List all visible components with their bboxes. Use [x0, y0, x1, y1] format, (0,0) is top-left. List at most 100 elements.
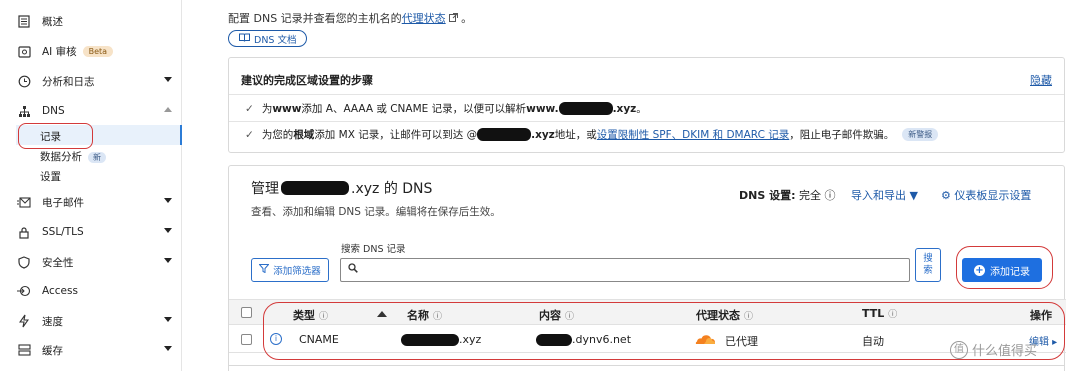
sidebar-item-label: 速度: [42, 315, 63, 328]
select-all-checkbox[interactable]: [241, 307, 252, 318]
sidebar-item-label: Access: [42, 285, 78, 297]
clock-icon: [16, 73, 32, 89]
search-button-label: 搜: [923, 253, 933, 264]
add-filter-button[interactable]: 添加筛选器: [251, 258, 329, 282]
hide-link[interactable]: 隐藏: [1030, 72, 1052, 88]
step-text: 地址，或: [554, 129, 597, 141]
dns-docs-label: DNS 文档: [254, 34, 297, 46]
intro-text-body: 配置 DNS 记录并查看您的主机名的: [228, 12, 402, 25]
dashboard-display-settings[interactable]: ⚙ 仪表板显示设置: [941, 187, 1031, 203]
title-prefix: 管理: [251, 181, 279, 197]
sidebar-item-label: 分析和日志: [42, 75, 95, 88]
search-button[interactable]: 搜 索: [915, 248, 941, 282]
annotation-circle: [18, 123, 93, 149]
add-filter-label: 添加筛选器: [273, 266, 321, 277]
step-text: 为您的: [261, 129, 294, 141]
check-icon: ✓: [245, 102, 254, 115]
watermark-logo: 值: [950, 340, 968, 359]
ai-audit-icon: [16, 43, 32, 59]
next-card-edge: [228, 365, 1065, 371]
document-icon: [16, 13, 32, 29]
search-input[interactable]: [340, 258, 910, 282]
redacted-domain: [558, 102, 613, 115]
search-button-label: 索: [923, 265, 933, 276]
sidebar: 概述 AI 审核 Beta 分析和日志 DNS 记录 数据分析新 设置 电子邮件: [0, 0, 182, 371]
sidebar-item-analytics[interactable]: 分析和日志: [0, 68, 182, 94]
sidebar-subitem-settings[interactable]: 设置: [40, 169, 61, 184]
search-label: 搜索 DNS 记录: [341, 244, 406, 255]
row-checkbox[interactable]: [241, 334, 252, 345]
sidebar-item-label: AI 审核: [42, 45, 77, 58]
sidebar-item-ai-audit[interactable]: AI 审核 Beta: [0, 38, 182, 64]
spf-dkim-dmarc-link[interactable]: 设置限制性 SPF、DKIM 和 DMARC 记录: [597, 127, 789, 142]
step-text: 为: [261, 103, 273, 115]
proxy-status-link[interactable]: 代理状态: [402, 12, 446, 25]
step-text-bold: www.: [526, 102, 559, 115]
redacted-domain: [281, 181, 349, 195]
chevron-down-icon: [164, 317, 172, 322]
sidebar-item-label: SSL/TLS: [42, 226, 84, 238]
manage-dns-subtitle: 查看、添加和编辑 DNS 记录。编辑将在保存后生效。: [251, 206, 501, 218]
divider: [229, 94, 1064, 95]
sidebar-item-speed[interactable]: 速度: [0, 308, 182, 334]
beta-badge: Beta: [82, 45, 114, 57]
sidebar-item-label: 概述: [42, 15, 63, 28]
dns-docs-button[interactable]: DNS 文档: [228, 30, 308, 47]
step-text-bold: www: [272, 102, 302, 115]
watermark-text: 什么值得买: [972, 344, 1038, 359]
search-icon: [348, 263, 358, 276]
setup-steps-card: 建议的完成区域设置的步骤 隐藏 ✓ 为 www 添加 A、AAAA 或 CNAM…: [228, 57, 1065, 153]
step-text: ，阻止电子邮件欺骗。: [789, 129, 895, 141]
chevron-down-icon: [164, 258, 172, 263]
lightning-icon: [16, 313, 32, 329]
redacted-domain: [477, 128, 532, 141]
dns-setting-label: DNS 设置:: [739, 189, 796, 202]
setup-step-mx: ✓ 为您的 根域 添加 MX 记录，让邮件可以到达 @ .xyz 地址，或 设置限制性 …: [245, 127, 939, 142]
chevron-down-icon: [164, 77, 172, 82]
step-text: 。: [636, 103, 647, 115]
sidebar-item-overview[interactable]: 概述: [0, 8, 182, 34]
chevron-down-icon: [164, 346, 172, 351]
new-alert-badge: 新警报: [902, 128, 939, 141]
step-text-bold: 根域: [293, 129, 315, 141]
step-text-bold: .xyz: [612, 102, 637, 115]
external-link-icon[interactable]: [449, 13, 461, 25]
watermark: 值 什么值得买: [950, 340, 1037, 359]
sidebar-item-label: DNS: [42, 105, 65, 117]
title-suffix: .xyz 的 DNS: [351, 181, 433, 197]
import-export-dropdown[interactable]: 导入和导出 ▼: [851, 187, 918, 203]
chevron-down-icon: [164, 228, 172, 233]
annotation-circle: [263, 302, 1065, 360]
sidebar-item-email[interactable]: 电子邮件: [0, 189, 182, 215]
dns-setting-status: DNS 设置: 完全 ⓘ: [739, 187, 836, 203]
lock-icon: [16, 224, 32, 240]
filter-icon: [258, 264, 270, 276]
sidebar-item-security[interactable]: 安全性: [0, 249, 182, 275]
email-icon: [16, 194, 32, 210]
shield-icon: [16, 254, 32, 270]
step-text: 添加 MX 记录，让邮件可以到达 @: [314, 129, 478, 141]
setup-steps-title: 建议的完成区域设置的步骤: [241, 74, 373, 87]
dns-setting-value: 完全: [799, 189, 821, 202]
check-icon: ✓: [245, 128, 254, 141]
sidebar-item-label: 电子邮件: [42, 196, 84, 209]
sidebar-item-cache[interactable]: 缓存: [0, 337, 182, 363]
intro-text-end: 。: [461, 12, 473, 25]
book-icon: [239, 33, 250, 45]
sitemap-icon: [16, 103, 32, 119]
gear-icon: ⚙: [941, 189, 951, 202]
sidebar-item-ssl[interactable]: SSL/TLS: [0, 219, 182, 245]
chevron-up-icon: [164, 107, 172, 112]
cache-icon: [16, 342, 32, 358]
chevron-down-icon: [164, 198, 172, 203]
annotation-circle: [956, 246, 1053, 289]
setup-step-www: ✓ 为 www 添加 A、AAAA 或 CNAME 记录，以便可以解析 www.…: [245, 101, 647, 116]
access-icon: [16, 283, 32, 299]
sidebar-item-access[interactable]: Access: [0, 278, 182, 304]
sidebar-item-dns[interactable]: DNS: [0, 98, 182, 124]
intro-text: 配置 DNS 记录并查看您的主机名的代理状态 。: [228, 10, 472, 26]
dns-records-card: 管理 .xyz 的 DNS 查看、添加和编辑 DNS 记录。编辑将在保存后生效。…: [228, 165, 1066, 371]
sidebar-subitem-analytics[interactable]: 数据分析新: [40, 149, 106, 164]
manage-dns-title: 管理 .xyz 的 DNS: [251, 178, 432, 198]
info-icon[interactable]: ⓘ: [825, 189, 836, 202]
